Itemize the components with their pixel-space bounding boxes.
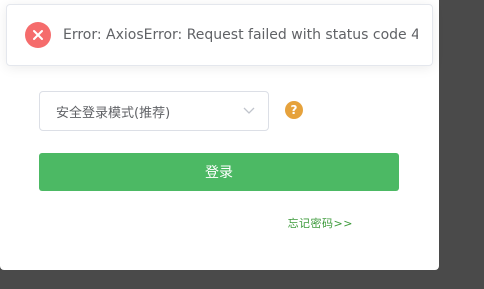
error-toast: Error: AxiosError: Request failed with s… — [6, 4, 433, 66]
login-button-label: 登录 — [205, 165, 233, 181]
toast-message: Error: AxiosError: Request failed with s… — [63, 27, 418, 43]
question-circle-icon[interactable]: ? — [285, 101, 303, 119]
chevron-down-icon — [242, 104, 256, 118]
login-mode-select[interactable]: 安全登录模式(推荐) — [39, 91, 269, 131]
error-circle-icon — [25, 22, 51, 48]
login-mode-value: 安全登录模式(推荐) — [56, 105, 171, 121]
forgot-password-link[interactable]: 忘记密码>> — [288, 215, 353, 231]
login-button[interactable]: 登录 — [39, 153, 399, 191]
help-glyph: ? — [290, 103, 298, 117]
